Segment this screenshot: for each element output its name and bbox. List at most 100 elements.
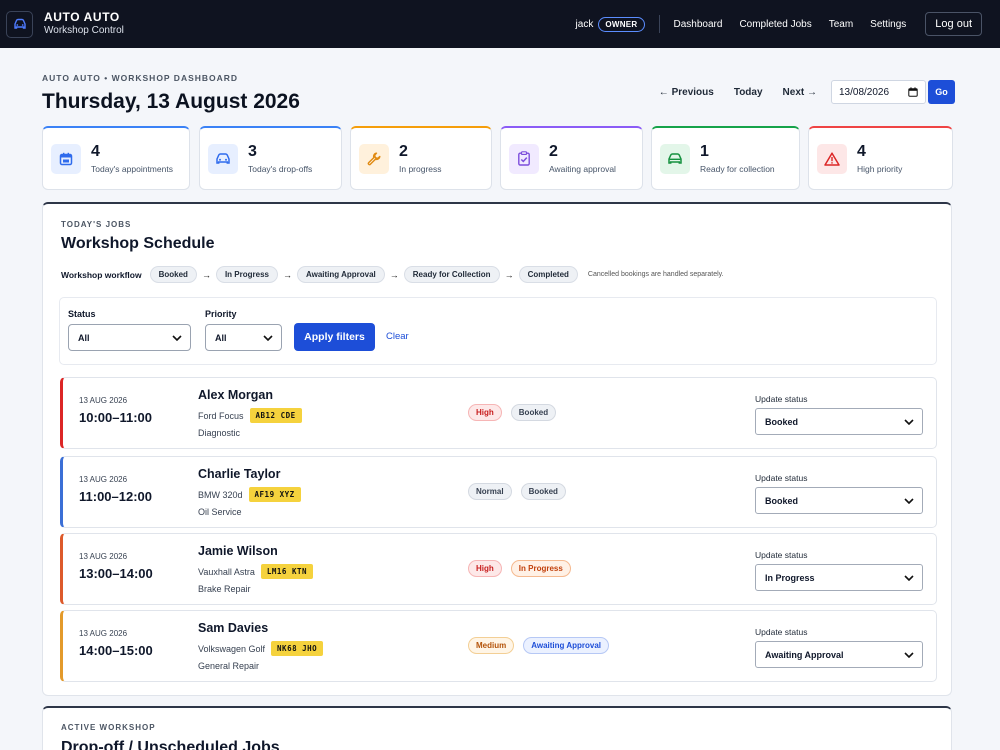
stat-card-awaiting-approval[interactable]: 2 Awaiting approval — [500, 126, 643, 190]
job-date: 13 AUG 2026 — [79, 475, 128, 484]
stat-card-high-priority[interactable]: 4 High priority — [808, 126, 953, 190]
logout-button[interactable]: Log out — [925, 12, 982, 36]
status-filter-select[interactable]: All — [68, 324, 191, 351]
nav-link-settings[interactable]: Settings — [870, 19, 906, 30]
job-badges: Medium Awaiting Approval — [468, 637, 618, 654]
stat-card-drop-offs[interactable]: 3 Today's drop-offs — [199, 126, 342, 190]
service-type: General Repair — [198, 661, 260, 671]
status-filter-value: All — [78, 332, 90, 343]
stat-card-appointments[interactable]: 4 Today's appointments — [42, 126, 190, 190]
service-type: Oil Service — [198, 507, 242, 517]
go-button[interactable]: Go — [928, 80, 955, 104]
chevron-down-icon — [172, 334, 182, 341]
stat-value: 4 — [857, 142, 866, 160]
workflow-step-in-progress: In Progress — [215, 266, 278, 283]
customer-name: Sam Davies — [198, 621, 269, 635]
vehicle-model: Ford Focus — [198, 410, 244, 421]
car-logo-icon — [6, 10, 33, 38]
workflow-step-booked: Booked — [149, 266, 197, 283]
status-badge: In Progress — [510, 560, 571, 577]
page-title: Thursday, 13 August 2026 — [42, 90, 300, 113]
car-ready-icon — [660, 143, 690, 174]
stat-card-ready-for-collection[interactable]: 1 Ready for collection — [651, 126, 800, 190]
update-status-select[interactable]: Awaiting Approval — [755, 641, 923, 668]
job-card: 13 AUG 2026 10:00–11:00 Alex Morgan Ford… — [60, 377, 937, 449]
job-date: 13 AUG 2026 — [79, 629, 128, 638]
brand-name: AUTO AUTO — [44, 10, 120, 25]
priority-badge: Medium — [468, 637, 515, 654]
stat-label: Today's drop-offs — [248, 163, 313, 174]
job-card: 13 AUG 2026 11:00–12:00 Charlie Taylor B… — [60, 456, 937, 528]
stat-card-in-progress[interactable]: 2 In progress — [350, 126, 492, 190]
section-eyebrow: TODAY'S JOBS — [61, 220, 132, 229]
username: jack — [575, 18, 594, 30]
brand-subtitle: Workshop Control — [44, 25, 124, 37]
nav-link-team[interactable]: Team — [829, 19, 853, 30]
job-date: 13 AUG 2026 — [79, 552, 128, 561]
stat-value: 2 — [399, 142, 408, 160]
car-icon — [208, 143, 238, 174]
arrow-right-icon: → — [282, 269, 292, 280]
nav-divider — [658, 15, 660, 33]
date-input[interactable]: 13/08/2026 — [831, 80, 926, 104]
update-status-label: Update status — [755, 473, 808, 483]
number-plate: AF19 XYZ — [248, 487, 301, 502]
chevron-down-icon — [904, 651, 914, 658]
vehicle-model: BMW 320d — [198, 489, 243, 500]
update-status-select[interactable]: Booked — [755, 487, 923, 514]
update-status-value: In Progress — [765, 572, 815, 583]
today-link[interactable]: Today — [734, 87, 763, 98]
brand[interactable]: AUTO AUTO Workshop Control — [44, 10, 124, 37]
job-time: 13:00–14:00 — [79, 566, 153, 581]
workflow-step-ready-for-collection: Ready for Collection — [403, 266, 500, 283]
number-plate: AB12 CDE — [249, 408, 302, 423]
active-workshop-panel: ACTIVE WORKSHOP Drop-off / Unscheduled J… — [42, 706, 952, 750]
apply-filters-button[interactable]: Apply filters — [294, 323, 375, 351]
update-status-select[interactable]: Booked — [755, 408, 923, 435]
next-day-link[interactable]: Next → — [783, 87, 817, 98]
stat-label: In progress — [399, 163, 442, 174]
job-badges: Normal Booked — [468, 483, 575, 500]
stat-label: Awaiting approval — [549, 163, 616, 174]
job-badges: High Booked — [468, 404, 565, 421]
arrow-right-icon: → — [389, 269, 399, 280]
previous-day-link[interactable]: ← Previous — [659, 87, 714, 98]
priority-filter-select[interactable]: All — [205, 324, 282, 351]
clear-filters-link[interactable]: Clear — [386, 331, 409, 342]
customer-name: Charlie Taylor — [198, 467, 281, 481]
workflow-note: Cancelled bookings are handled separatel… — [587, 271, 724, 278]
wrench-icon — [359, 143, 389, 174]
priority-badge: High — [468, 560, 502, 577]
vehicle-info: Volkswagen Golf NK68 JHO — [198, 641, 324, 656]
nav-link-completed-jobs[interactable]: Completed Jobs — [739, 19, 811, 30]
update-status-select[interactable]: In Progress — [755, 564, 923, 591]
calendar-picker-icon[interactable] — [908, 87, 918, 97]
stat-value: 2 — [549, 142, 558, 160]
number-plate: LM16 KTN — [260, 564, 313, 579]
customer-name: Jamie Wilson — [198, 544, 278, 558]
status-badge: Awaiting Approval — [523, 637, 610, 654]
status-filter-label: Status — [68, 309, 96, 319]
stat-label: High priority — [857, 163, 903, 174]
filter-bar: Status All Priority All Apply filters Cl… — [59, 297, 937, 365]
stat-value: 4 — [91, 142, 100, 160]
vehicle-model: Vauxhall Astra — [198, 566, 255, 577]
priority-badge: Normal — [468, 483, 512, 500]
update-status-value: Awaiting Approval — [765, 649, 844, 660]
workflow-label: Workshop workflow — [61, 269, 142, 280]
update-status-label: Update status — [755, 550, 808, 560]
nav-link-dashboard[interactable]: Dashboard — [674, 19, 723, 30]
date-navigation: ← Previous Today Next → 13/08/2026 Go — [659, 80, 955, 104]
chevron-down-icon — [904, 574, 914, 581]
workflow-step-completed: Completed — [518, 266, 578, 283]
arrow-right-icon: → — [201, 269, 211, 280]
role-badge: OWNER — [598, 16, 645, 32]
workshop-schedule-panel: TODAY'S JOBS Workshop Schedule Workshop … — [42, 202, 952, 696]
status-badge: Booked — [510, 404, 557, 421]
service-type: Diagnostic — [198, 428, 241, 438]
update-status-value: Booked — [765, 495, 799, 506]
priority-filter-label: Priority — [205, 309, 237, 319]
priority-badge: High — [468, 404, 502, 421]
job-time: 10:00–11:00 — [79, 410, 153, 425]
stat-label: Today's appointments — [91, 163, 173, 174]
